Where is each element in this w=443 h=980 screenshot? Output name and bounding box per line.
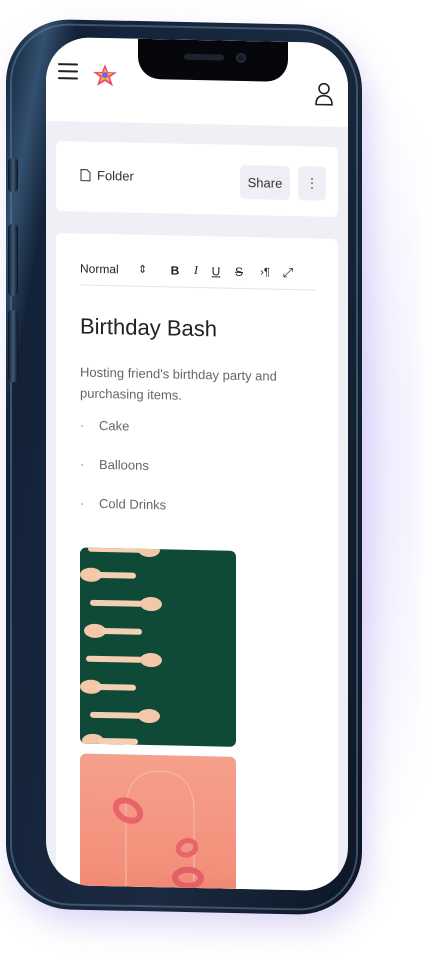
editor-toolbar: Normal ⇕ B I U S ›¶ ⤢ xyxy=(80,251,316,291)
share-button[interactable]: Share xyxy=(240,164,290,200)
strikethrough-button[interactable]: S xyxy=(226,264,252,279)
app-header xyxy=(46,36,348,128)
hamburger-icon[interactable] xyxy=(58,63,78,81)
expand-icon[interactable]: ⤢ xyxy=(278,264,298,280)
wooden-spoons-image[interactable] xyxy=(80,547,236,747)
bullet-icon: · xyxy=(80,495,85,511)
list-item[interactable]: · Cake xyxy=(80,418,166,459)
format-select[interactable]: Normal xyxy=(80,261,138,276)
underline-button[interactable]: U xyxy=(206,264,226,278)
document-icon xyxy=(80,169,91,182)
note-description[interactable]: Hosting friend's birthday party and purc… xyxy=(80,362,290,408)
rainbow-star-logo[interactable] xyxy=(92,62,118,89)
phone-volume-up xyxy=(8,224,18,296)
paragraph-icon[interactable]: ›¶ xyxy=(252,266,278,279)
note-editor: Normal ⇕ B I U S ›¶ ⤢ Birthday Bash Host… xyxy=(56,233,338,892)
bullet-icon: · xyxy=(80,456,85,472)
camera-notch xyxy=(138,38,288,82)
list-item[interactable]: · Cold Drinks xyxy=(80,496,166,537)
user-icon[interactable] xyxy=(314,80,334,106)
folder-bar: Folder Share ⋮ xyxy=(56,141,338,217)
bold-button[interactable]: B xyxy=(164,263,186,277)
folder-link[interactable]: Folder xyxy=(80,168,134,184)
format-select-arrow-icon[interactable]: ⇕ xyxy=(138,263,164,277)
list-item[interactable]: · Balloons xyxy=(80,457,166,498)
bullet-icon: · xyxy=(80,417,85,433)
phone-side-button xyxy=(8,158,18,192)
more-options-button[interactable]: ⋮ xyxy=(298,166,326,201)
vertical-dots-icon: ⋮ xyxy=(305,175,319,191)
folder-label: Folder xyxy=(97,167,134,184)
italic-button[interactable]: I xyxy=(186,263,206,278)
note-title[interactable]: Birthday Bash xyxy=(80,314,217,343)
note-item-list: · Cake · Balloons · Cold Drinks xyxy=(80,418,166,537)
pink-rings-image[interactable] xyxy=(80,753,236,892)
phone-volume-down xyxy=(8,310,18,382)
phone-screen: Folder Share ⋮ Normal ⇕ B I U S ›¶ ⤢ Bir… xyxy=(46,36,348,892)
